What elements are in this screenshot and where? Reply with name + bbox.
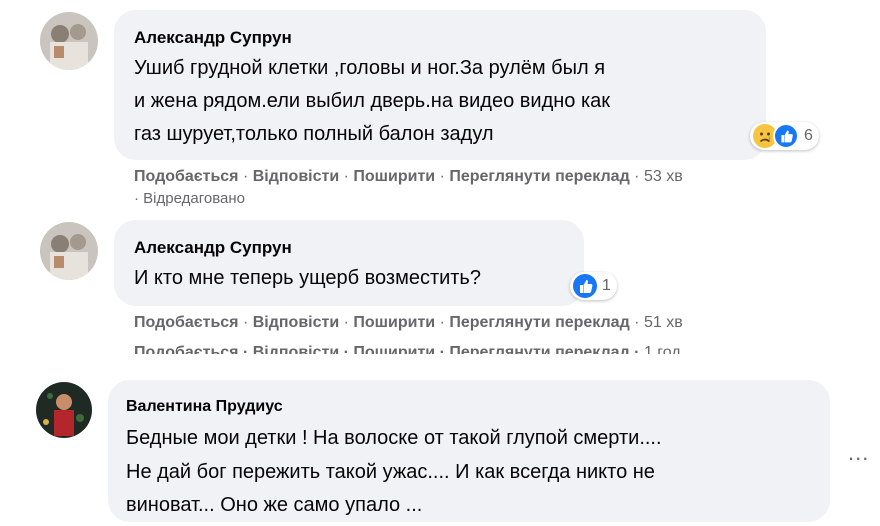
cropped-comment-actions: Подобається · Відповісти · Поширити · Пе… [134, 342, 681, 354]
separator: · [134, 190, 144, 207]
comment-actions: Подобається · Відповісти · Поширити · Пе… [134, 168, 683, 186]
separator: · [238, 314, 253, 331]
avatar-photo-icon [40, 222, 98, 280]
reaction-count: 6 [804, 127, 813, 144]
comment-author[interactable]: Александр Супрун [134, 238, 292, 258]
like-reaction-icon [573, 274, 597, 298]
separator: · [435, 314, 450, 331]
edited-label: · Відредаговано [134, 190, 245, 207]
avatar-photo-icon [40, 12, 98, 70]
separator: · [339, 314, 354, 331]
separator: · [629, 314, 644, 331]
like-action[interactable]: Подобається [134, 314, 239, 331]
separator: · [339, 168, 354, 185]
screenshot-panel-top: Александр Супрун Ушиб грудной клетки ,го… [0, 0, 880, 340]
timestamp[interactable]: 1 год [644, 344, 681, 354]
separator: · [238, 168, 253, 185]
comment-text-line: газ шурует,только полный балон задул [134, 123, 494, 145]
comment-actions: Подобається · Відповісти · Поширити · Пе… [134, 314, 683, 332]
separator: · [238, 344, 253, 354]
like-action[interactable]: Подобається [134, 344, 239, 354]
translate-action[interactable]: Переглянути переклад [449, 344, 629, 354]
avatar-photo-icon [36, 382, 92, 438]
edited-text: Відредаговано [143, 190, 245, 207]
reply-action[interactable]: Відповісти [253, 168, 339, 185]
comment-author[interactable]: Александр Супрун [134, 28, 292, 48]
separator: · [435, 344, 450, 354]
reactions-summary[interactable]: 6 [750, 122, 819, 150]
timestamp[interactable]: 53 хв [644, 168, 683, 185]
reply-action[interactable]: Відповісти [253, 314, 339, 331]
comment-text-line: и жена рядом.ели выбил дверь.на видео ви… [134, 90, 611, 112]
share-action[interactable]: Поширити [353, 168, 435, 185]
timestamp[interactable]: 51 хв [644, 314, 683, 331]
reactions-summary[interactable]: 1 [570, 272, 617, 300]
like-reaction-icon [773, 123, 799, 149]
more-options-icon[interactable]: ... [848, 440, 869, 466]
avatar[interactable] [40, 12, 98, 70]
translate-action[interactable]: Переглянути переклад [449, 314, 629, 331]
separator: · [629, 344, 644, 354]
comment-text-line: виноват... Оно же само упало ... [126, 494, 423, 516]
comment-text-line: Бедные мои детки ! На волоске от такой г… [126, 427, 662, 449]
comment-text-line: Ушиб грудной клетки ,головы и ног.За рул… [134, 57, 606, 79]
comment-text-line: И кто мне теперь ущерб возместить? [134, 267, 481, 289]
comment-author[interactable]: Валентина Прудиус [126, 398, 283, 416]
separator: · [629, 168, 644, 185]
like-action[interactable]: Подобається [134, 168, 239, 185]
separator: · [435, 168, 450, 185]
share-action[interactable]: Поширити [353, 344, 435, 354]
separator: · [339, 344, 354, 354]
reply-action[interactable]: Відповісти [253, 344, 339, 354]
avatar[interactable] [36, 382, 92, 438]
share-action[interactable]: Поширити [353, 314, 435, 331]
translate-action[interactable]: Переглянути переклад [449, 168, 629, 185]
comment-text-line: Не дай бог пережить такой ужас.... И как… [126, 461, 655, 483]
avatar[interactable] [40, 222, 98, 280]
reaction-count: 1 [602, 277, 611, 294]
